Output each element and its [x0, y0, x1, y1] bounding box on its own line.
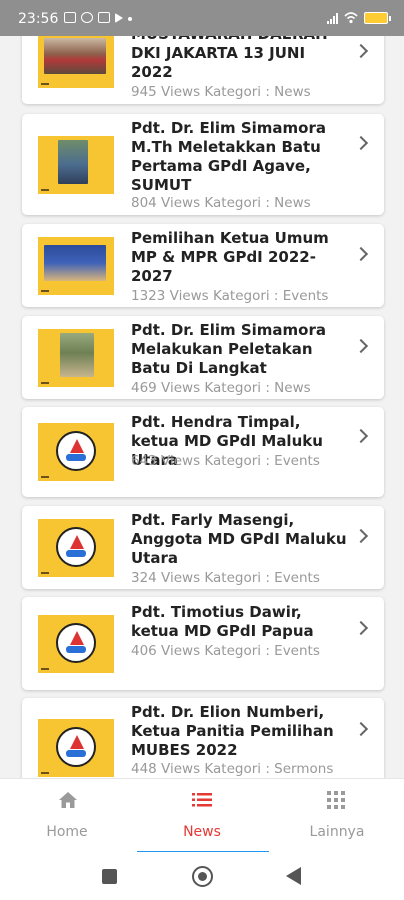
news-thumbnail	[38, 30, 114, 88]
news-card[interactable]: Pdt. Dr. Elim Simamora M.Th Meletakkan B…	[22, 114, 384, 215]
wifi-icon	[344, 12, 358, 24]
news-title: Pdt. Timotius Dawir, ketua MD GPdI Papua	[131, 603, 314, 640]
news-thumbnail	[38, 135, 114, 194]
nav-lainnya-label: Lainnya	[309, 824, 365, 840]
news-meta: 469 Views Kategori : News	[131, 380, 311, 396]
gpdi-logo-thumbnail	[38, 518, 114, 577]
back-icon[interactable]	[286, 867, 301, 885]
signal-icon	[327, 12, 338, 24]
gpdi-logo-thumbnail	[38, 719, 114, 777]
battery-icon	[364, 12, 391, 24]
news-card[interactable]: Pdt. Timotius Dawir, ketua MD GPdI Papua…	[22, 597, 384, 690]
chevron-right-icon	[353, 43, 369, 59]
news-thumbnail	[38, 328, 114, 387]
news-meta: 324 Views Kategori : Events	[131, 570, 320, 586]
status-time: 23:56	[18, 11, 59, 27]
news-card[interactable]: Pemilihan Ketua Umum MP & MPR GPdI 2022-…	[22, 224, 384, 307]
bottom-navigation: Home News Lainnya	[0, 778, 404, 853]
news-card[interactable]: Pdt. Dr. Elion Numberi, Ketua Panitia Pe…	[22, 698, 384, 778]
nav-home-label: Home	[46, 824, 88, 840]
news-meta: 945 Views Kategori : News	[131, 84, 311, 100]
nav-news[interactable]: News	[135, 779, 269, 853]
nav-news-label: News	[183, 824, 221, 840]
news-card[interactable]: Pdt. Hendra Timpal, ketua MD GPdI Maluku…	[22, 407, 384, 497]
gpdi-logo-thumbnail	[38, 423, 114, 481]
news-list[interactable]: MUSYAWARAH DAERAH DKI JAKARTA 13 JUNI 20…	[0, 0, 404, 778]
status-bar: 23:56	[0, 0, 404, 36]
nav-home[interactable]: Home	[0, 779, 134, 853]
system-navigation-bar	[0, 852, 404, 900]
news-title: Pdt. Farly Masengi, Anggota MD GPdI Malu…	[131, 511, 347, 567]
chevron-right-icon	[353, 428, 369, 444]
notification-app-icon	[81, 12, 93, 23]
home-circle-icon[interactable]	[192, 866, 213, 887]
list-icon	[192, 793, 212, 807]
news-title: Pdt. Dr. Elim Simamora Melakukan Peletak…	[131, 321, 326, 377]
chevron-right-icon	[353, 246, 369, 262]
notification-icons	[64, 12, 132, 23]
news-card[interactable]: Pdt. Farly Masengi, Anggota MD GPdI Malu…	[22, 506, 384, 589]
recents-icon[interactable]	[102, 869, 117, 884]
status-right	[327, 11, 391, 25]
news-title: Pdt. Dr. Elion Numberi, Ketua Panitia Pe…	[131, 703, 334, 759]
chevron-right-icon	[353, 338, 369, 354]
news-thumbnail	[38, 236, 114, 295]
gamepad-icon	[98, 12, 110, 23]
news-meta: 643 Views Kategori : Events	[131, 453, 320, 469]
news-title: Pemilihan Ketua Umum MP & MPR GPdI 2022-…	[131, 229, 329, 285]
news-card[interactable]: Pdt. Dr. Elim Simamora Melakukan Peletak…	[22, 316, 384, 399]
chevron-right-icon	[353, 620, 369, 636]
nav-lainnya[interactable]: Lainnya	[270, 779, 404, 853]
grid-icon	[327, 791, 345, 809]
news-meta: 406 Views Kategori : Events	[131, 643, 320, 659]
gpdi-logo-thumbnail	[38, 614, 114, 673]
news-title: Pdt. Dr. Elim Simamora M.Th Meletakkan B…	[131, 119, 326, 194]
chevron-right-icon	[353, 721, 369, 737]
play-icon	[115, 13, 123, 23]
news-meta: 804 Views Kategori : News	[131, 195, 311, 211]
home-icon	[59, 792, 77, 808]
dot-icon	[128, 17, 132, 21]
news-meta: 448 Views Kategori : Sermons	[131, 761, 334, 777]
notification-n-icon	[64, 12, 76, 23]
news-meta: 1323 Views Kategori : Events	[131, 288, 329, 304]
chevron-right-icon	[353, 528, 369, 544]
chevron-right-icon	[353, 135, 369, 151]
